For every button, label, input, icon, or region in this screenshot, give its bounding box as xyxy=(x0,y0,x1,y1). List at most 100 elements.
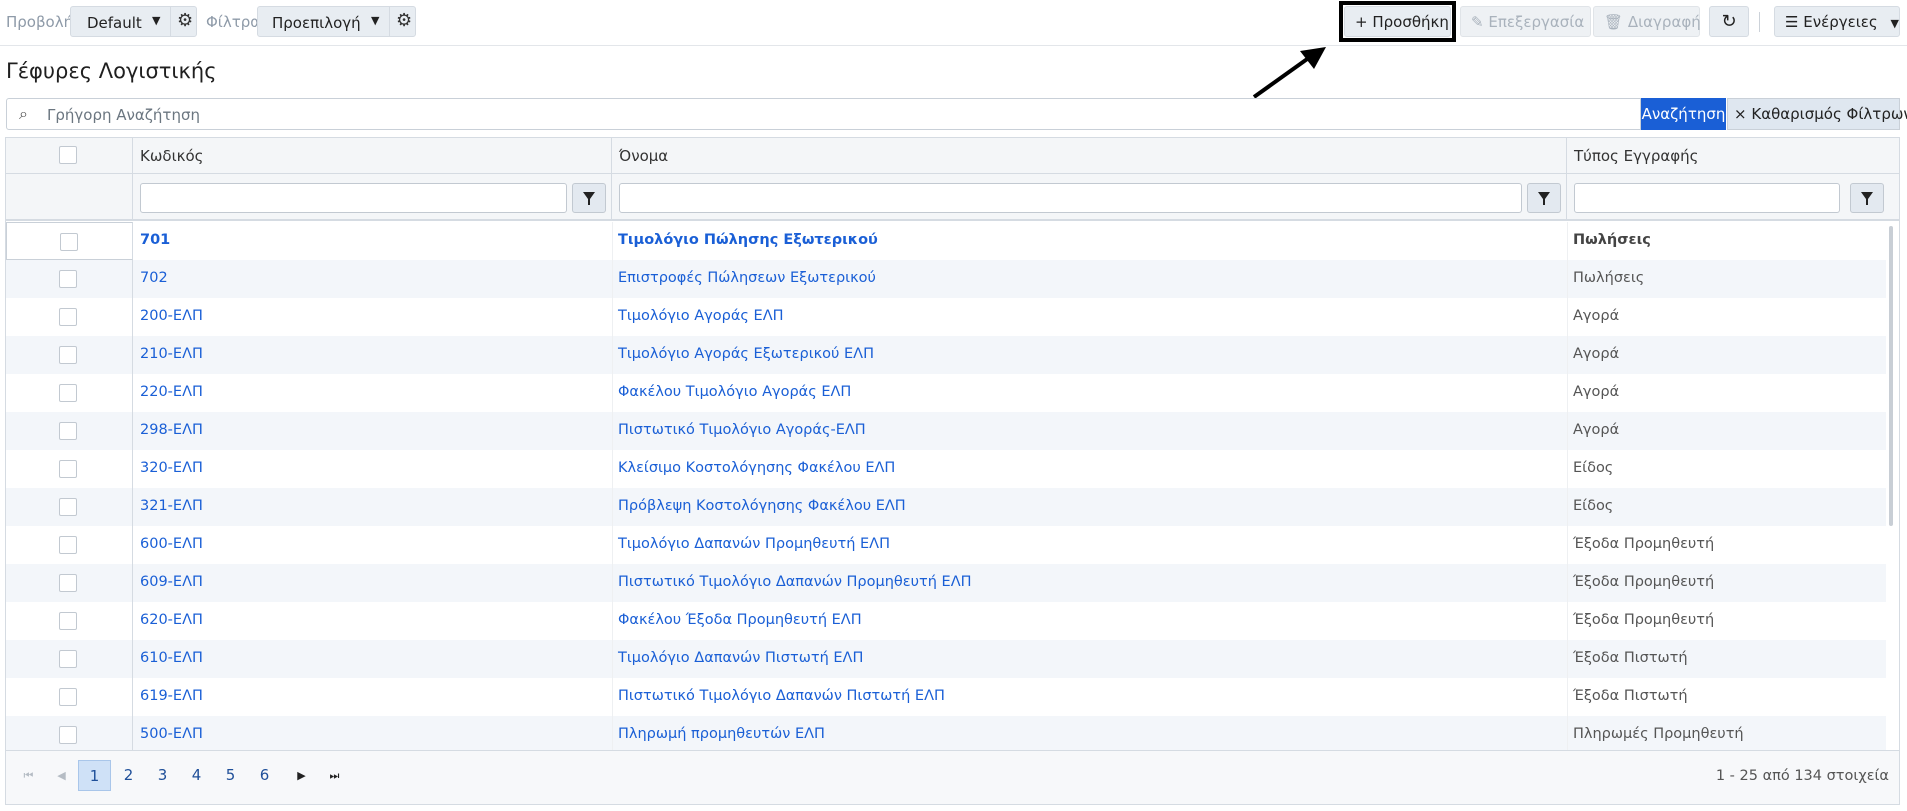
table-row[interactable]: 220-ΕΛΠ Φακέλου Τιμολόγιο Αγοράς ΕΛΠ Αγορά xyxy=(6,374,1886,412)
row-checkbox[interactable] xyxy=(59,422,77,440)
divider xyxy=(1567,488,1568,526)
divider xyxy=(612,450,613,488)
gear-icon[interactable]: ⚙ xyxy=(177,10,193,31)
row-code-link[interactable]: 298-ΕΛΠ xyxy=(140,422,203,438)
row-name-link[interactable]: Πιστωτικό Τιμολόγιο Δαπανών Προμηθευτή Ε… xyxy=(618,574,972,590)
row-checkbox[interactable] xyxy=(59,270,77,288)
row-name-link[interactable]: Πιστωτικό Τιμολόγιο Δαπανών Πιστωτή ΕΛΠ xyxy=(618,688,945,704)
table-row[interactable]: 200-ΕΛΠ Τιμολόγιο Αγοράς ΕΛΠ Αγορά xyxy=(6,298,1886,336)
row-checkbox[interactable] xyxy=(60,233,78,251)
filter-code-input[interactable] xyxy=(140,183,567,213)
row-name-link[interactable]: Φακέλου Έξοδα Προμηθευτή ΕΛΠ xyxy=(618,612,862,628)
row-checkbox[interactable] xyxy=(59,384,77,402)
filter-name-input[interactable] xyxy=(619,183,1522,213)
page-button[interactable]: 1 xyxy=(78,760,111,791)
row-checkbox[interactable] xyxy=(59,308,77,326)
table-row[interactable]: 619-ΕΛΠ Πιστωτικό Τιμολόγιο Δαπανών Πιστω… xyxy=(6,678,1886,716)
row-checkbox[interactable] xyxy=(59,574,77,592)
row-name-link[interactable]: Τιμολόγιο Αγοράς ΕΛΠ xyxy=(618,308,784,324)
row-checkbox[interactable] xyxy=(59,726,77,744)
table-row[interactable]: 701 Τιμολόγιο Πώλησης Εξωτερικού Πωλήσεις xyxy=(6,222,1886,260)
row-code-link[interactable]: 701 xyxy=(140,232,170,248)
row-name-link[interactable]: Τιμολόγιο Δαπανών Πιστωτή ΕΛΠ xyxy=(618,650,863,666)
row-name-link[interactable]: Πληρωμή προμηθευτών ΕΛΠ xyxy=(618,726,825,742)
row-code-link[interactable]: 200-ΕΛΠ xyxy=(140,308,203,324)
row-code-link[interactable]: 619-ΕΛΠ xyxy=(140,688,203,704)
row-name-link[interactable]: Επιστροφές Πώλησεων Εξωτερικού xyxy=(618,270,876,286)
search-input[interactable]: ⌕ Γρήγορη Αναζήτηση xyxy=(6,98,1641,130)
table-row[interactable]: 620-ΕΛΠ Φακέλου Έξοδα Προμηθευτή ΕΛΠ Έξοδα… xyxy=(6,602,1886,640)
table-row[interactable]: 210-ΕΛΠ Τιμολόγιο Αγοράς Εξωτερικού ΕΛΠ Αγ… xyxy=(6,336,1886,374)
filter-type-button[interactable] xyxy=(1850,183,1884,213)
row-checkbox[interactable] xyxy=(59,688,77,706)
row-code-link[interactable]: 500-ΕΛΠ xyxy=(140,726,203,742)
table-row[interactable]: 702 Επιστροφές Πώλησεων Εξωτερικού Πωλήσει… xyxy=(6,260,1886,298)
chevron-down-icon: ▼ xyxy=(152,14,161,27)
table-row[interactable]: 600-ΕΛΠ Τιμολόγιο Δαπανών Προμηθευτή ΕΛΠ Έ… xyxy=(6,526,1886,564)
row-checkbox[interactable] xyxy=(59,536,77,554)
row-name-link[interactable]: Τιμολόγιο Πώλησης Εξωτερικού xyxy=(618,232,878,248)
filter-code-button[interactable] xyxy=(572,183,606,213)
row-name-link[interactable]: Κλείσιμο Κοστολόγησης Φακέλου ΕΛΠ xyxy=(618,460,895,476)
row-name-link[interactable]: Πιστωτικό Τιμολόγιο Αγοράς-ΕΛΠ xyxy=(618,422,866,438)
search-button[interactable]: Αναζήτηση xyxy=(1641,98,1726,130)
gear-icon[interactable]: ⚙ xyxy=(396,10,412,31)
row-name-link[interactable]: Πρόβλεψη Κοστολόγησης Φακέλου ΕΛΠ xyxy=(618,498,906,514)
row-name-link[interactable]: Τιμολόγιο Δαπανών Προμηθευτή ΕΛΠ xyxy=(618,536,890,552)
page-button[interactable]: 3 xyxy=(146,760,179,791)
edit-button[interactable]: ✎ Επεξεργασία xyxy=(1460,6,1591,37)
header-code[interactable]: Κωδικός xyxy=(133,138,612,173)
page-button[interactable]: 2 xyxy=(112,760,145,791)
last-page-icon[interactable]: ⏭ xyxy=(318,760,351,791)
clear-filters-button[interactable]: ⨯ Καθαρισμός Φίλτρων xyxy=(1727,98,1907,130)
view-dropdown[interactable]: Default ▼ ⚙ xyxy=(70,6,197,37)
table-body: 500-ΕΛΠ Πληρωμή προμηθευτών ΕΛΠ Πληρωμές Π… xyxy=(6,222,1899,750)
pager-info: 1 - 25 από 134 στοιχεία xyxy=(1715,768,1889,784)
row-code-link[interactable]: 600-ΕΛΠ xyxy=(140,536,203,552)
row-code-link[interactable]: 610-ΕΛΠ xyxy=(140,650,203,666)
row-type: Έξοδα Πιστωτή xyxy=(1573,650,1688,666)
page-button[interactable]: 4 xyxy=(180,760,213,791)
refresh-button[interactable]: ↻ xyxy=(1709,6,1749,37)
row-code-link[interactable]: 702 xyxy=(140,270,168,286)
table-row[interactable]: 610-ΕΛΠ Τιμολόγιο Δαπανών Πιστωτή ΕΛΠ Έξοδ… xyxy=(6,640,1886,678)
header-type[interactable]: Τύπος Εγγραφής xyxy=(1567,138,1899,173)
page-button[interactable]: 5 xyxy=(214,760,247,791)
row-name-link[interactable]: Φακέλου Τιμολόγιο Αγοράς ΕΛΠ xyxy=(618,384,851,400)
next-page-icon[interactable]: ▶ xyxy=(285,760,318,791)
filter-type-cell xyxy=(1567,174,1899,219)
row-code-link[interactable]: 321-ΕΛΠ xyxy=(140,498,203,514)
row-checkbox[interactable] xyxy=(59,460,77,478)
vertical-scrollbar[interactable] xyxy=(1889,226,1893,526)
row-checkbox[interactable] xyxy=(59,650,77,668)
table-row[interactable]: 609-ΕΛΠ Πιστωτικό Τιμολόγιο Δαπανών Προμη… xyxy=(6,564,1886,602)
table-row[interactable]: 321-ΕΛΠ Πρόβλεψη Κοστολόγησης Φακέλου ΕΛΠ… xyxy=(6,488,1886,526)
row-checkbox[interactable] xyxy=(59,346,77,364)
filters-dropdown[interactable]: Προεπιλογή ▼ ⚙ xyxy=(257,6,416,37)
row-checkbox[interactable] xyxy=(59,612,77,630)
pencil-icon: ✎ xyxy=(1471,13,1484,31)
view-dropdown-value: Default xyxy=(87,14,142,32)
header-name[interactable]: Όνομα xyxy=(612,138,1567,173)
table-row[interactable]: 320-ΕΛΠ Κλείσιμο Κοστολόγησης Φακέλου ΕΛΠ… xyxy=(6,450,1886,488)
first-page-icon[interactable]: ⏮ xyxy=(12,760,45,791)
row-code-link[interactable]: 609-ΕΛΠ xyxy=(140,574,203,590)
page-button[interactable]: 6 xyxy=(248,760,281,791)
row-code-link[interactable]: 220-ΕΛΠ xyxy=(140,384,203,400)
filter-name-button[interactable] xyxy=(1527,183,1561,213)
table-row[interactable]: 500-ΕΛΠ Πληρωμή προμηθευτών ΕΛΠ Πληρωμές Π… xyxy=(6,716,1886,750)
divider xyxy=(612,336,613,374)
divider xyxy=(389,7,390,36)
row-checkbox[interactable] xyxy=(59,498,77,516)
row-name-link[interactable]: Τιμολόγιο Αγοράς Εξωτερικού ΕΛΠ xyxy=(618,346,874,362)
select-all-checkbox[interactable] xyxy=(59,146,77,164)
row-code-link[interactable]: 320-ΕΛΠ xyxy=(140,460,203,476)
row-select-cell xyxy=(6,298,133,336)
row-code-link[interactable]: 210-ΕΛΠ xyxy=(140,346,203,362)
table-row[interactable]: 298-ΕΛΠ Πιστωτικό Τιμολόγιο Αγοράς-ΕΛΠ Αγο… xyxy=(6,412,1886,450)
prev-page-icon[interactable]: ◀ xyxy=(45,760,78,791)
actions-dropdown[interactable]: ☰ Ενέργειες ▼ xyxy=(1774,6,1900,37)
row-code-link[interactable]: 620-ΕΛΠ xyxy=(140,612,203,628)
filter-type-input[interactable] xyxy=(1574,183,1840,213)
delete-button[interactable]: 🗑 Διαγραφή xyxy=(1593,6,1701,37)
